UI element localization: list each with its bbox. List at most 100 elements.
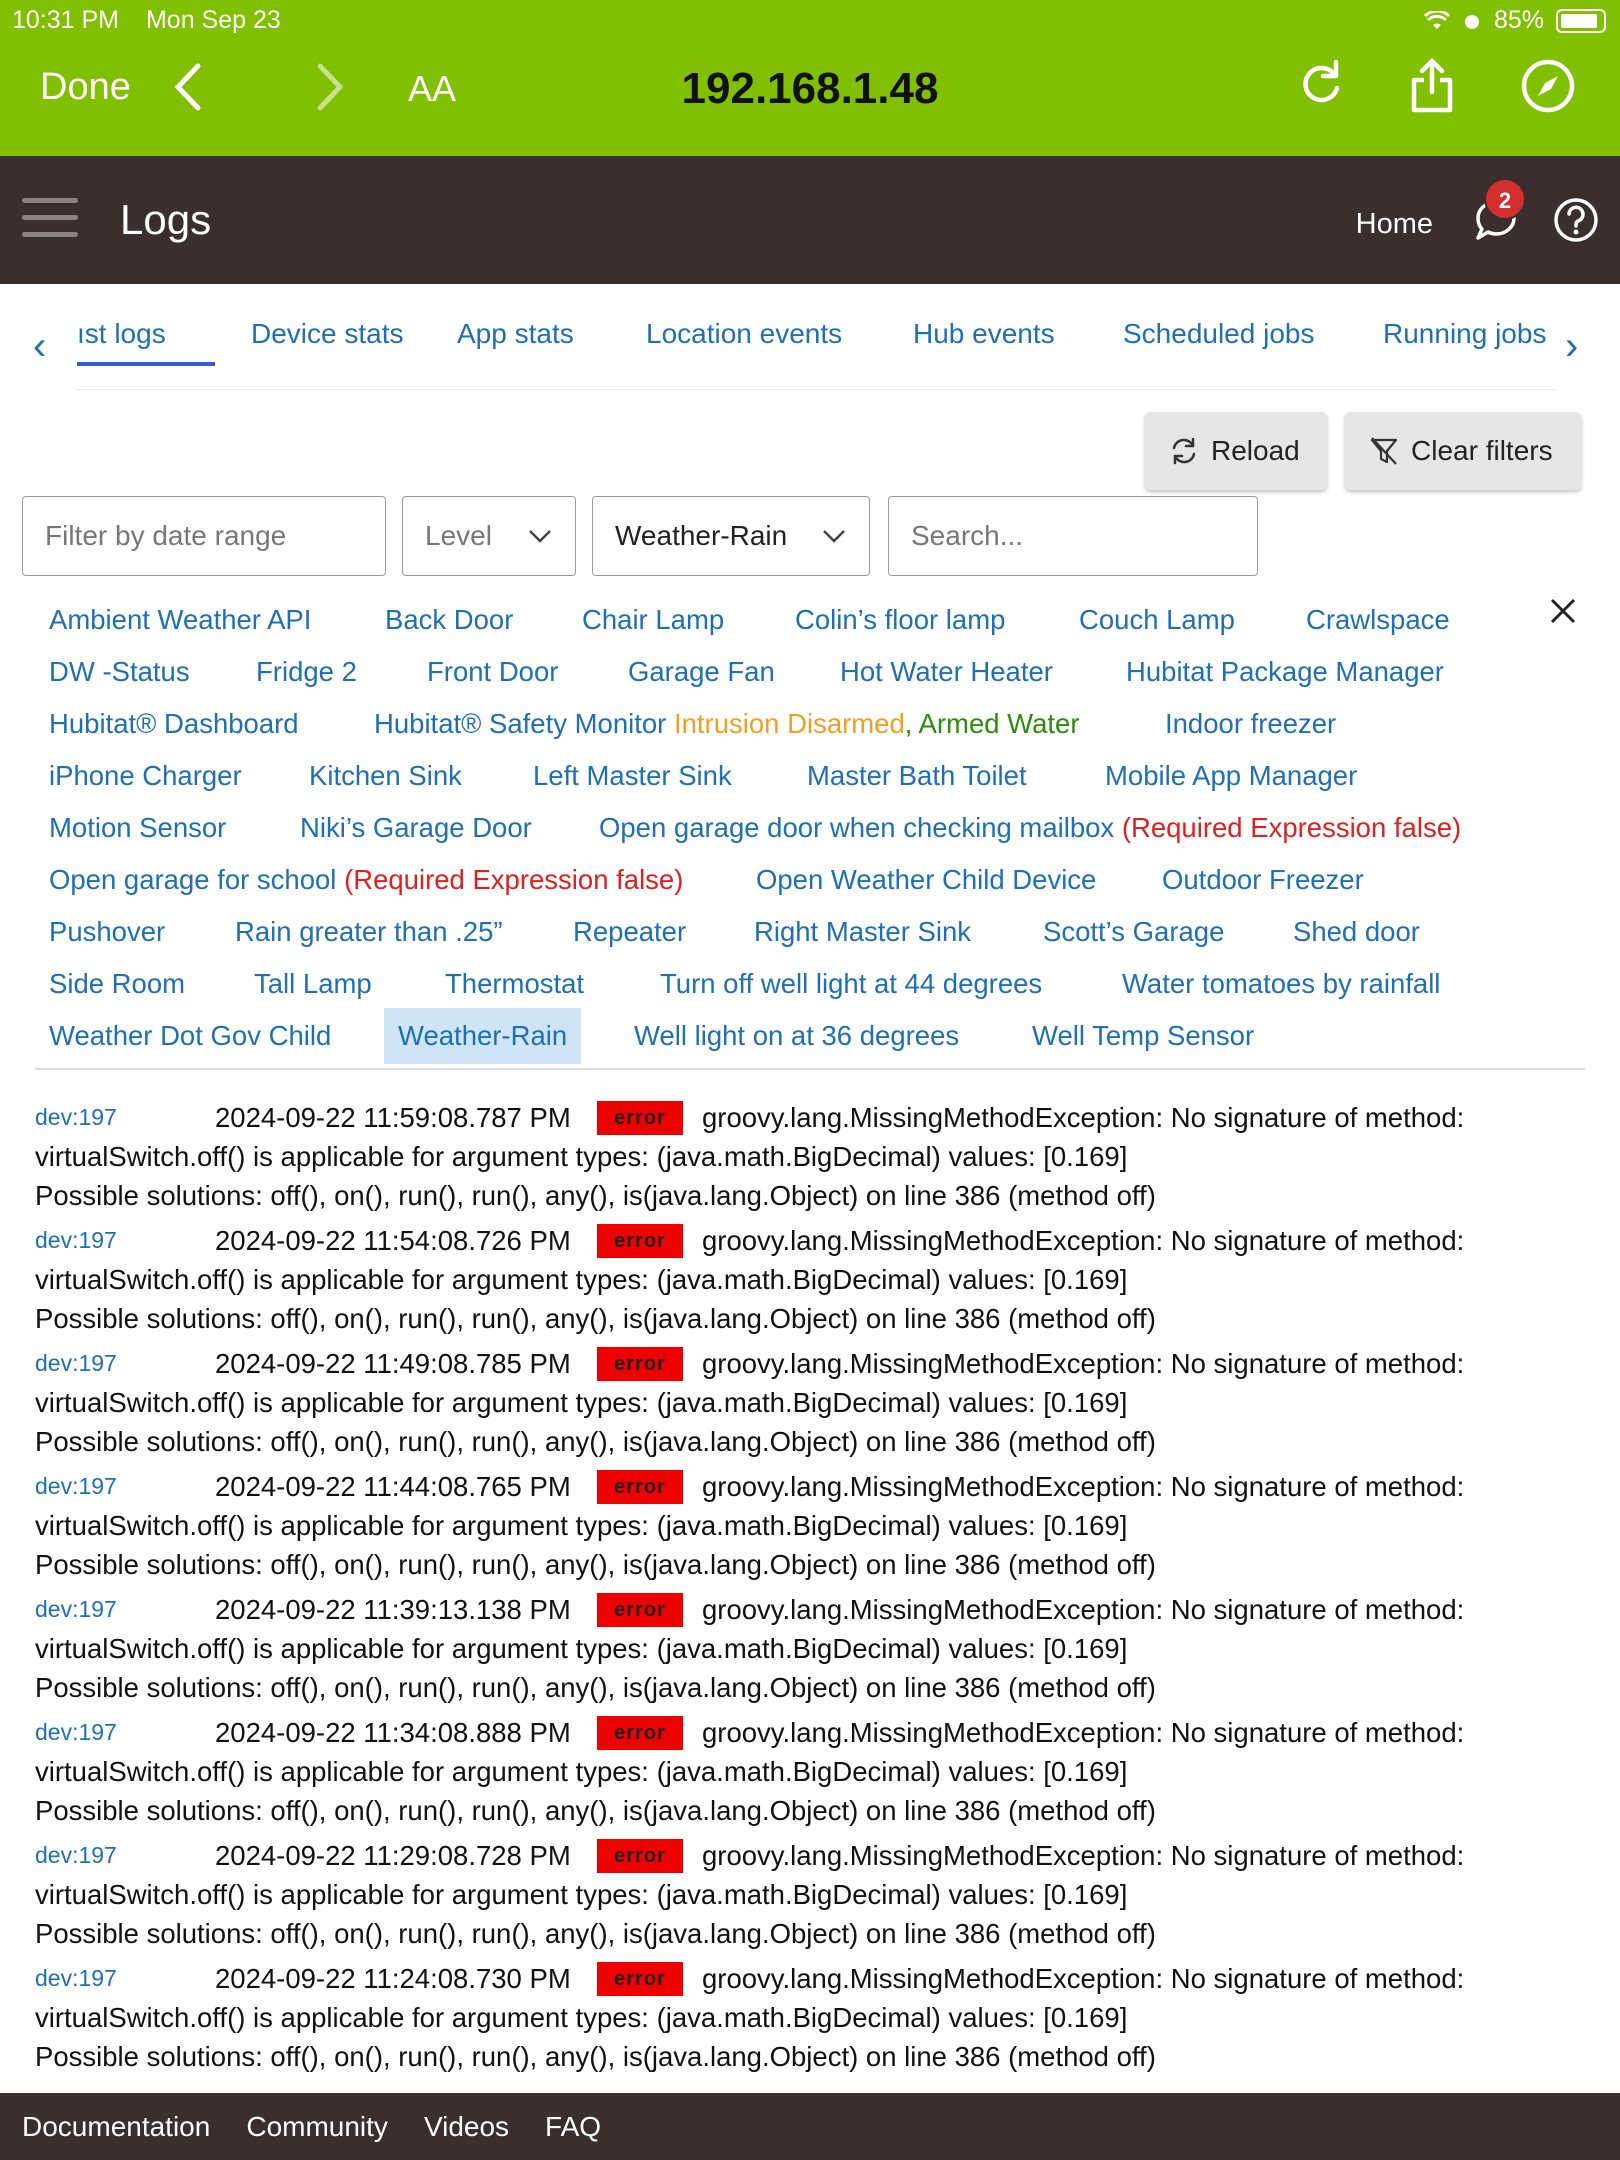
log-message: groovy.lang.MissingMethodException: No s… bbox=[702, 1594, 1465, 1625]
device-filter-item[interactable]: Thermostat bbox=[445, 968, 584, 1000]
device-filter-item[interactable]: Chair Lamp bbox=[582, 604, 724, 636]
device-filter-item[interactable]: Scott’s Garage bbox=[1043, 916, 1224, 948]
device-select[interactable]: Weather-Rain bbox=[592, 496, 870, 576]
browser-chrome: 10:31 PM Mon Sep 23 85% Done AA 192.168.… bbox=[0, 0, 1620, 156]
device-filter-item[interactable]: Turn off well light at 44 degrees bbox=[660, 968, 1042, 1000]
log-device-link[interactable]: dev:197 bbox=[35, 1713, 117, 1752]
app-header: Logs Home 2 bbox=[0, 156, 1620, 284]
menu-icon[interactable] bbox=[22, 198, 78, 238]
device-filter-item[interactable]: iPhone Charger bbox=[49, 760, 242, 792]
log-timestamp: 2024-09-22 11:49:08.785 PM bbox=[215, 1348, 571, 1379]
clear-filters-label: Clear filters bbox=[1411, 435, 1553, 466]
date-range-field[interactable]: Filter by date range bbox=[22, 496, 386, 576]
tab-location-events[interactable]: Location events bbox=[646, 318, 842, 350]
log-level-badge: error bbox=[597, 1347, 683, 1381]
device-filter-item[interactable]: Tall Lamp bbox=[254, 968, 372, 1000]
tab-app-stats[interactable]: App stats bbox=[457, 318, 574, 350]
device-filter-item[interactable]: Motion Sensor bbox=[49, 812, 226, 844]
device-filter-item[interactable]: Hot Water Heater bbox=[840, 656, 1053, 688]
log-device-link[interactable]: dev:197 bbox=[35, 1836, 117, 1875]
footer-faq-link[interactable]: FAQ bbox=[545, 2111, 601, 2143]
compass-icon[interactable] bbox=[1520, 58, 1576, 114]
footer-documentation-link[interactable]: Documentation bbox=[22, 2111, 210, 2143]
search-input[interactable]: Search... bbox=[888, 496, 1258, 576]
device-filter-item-mailbox[interactable]: Open garage door when checking mailbox (… bbox=[599, 812, 1461, 844]
device-filter-item[interactable]: Left Master Sink bbox=[533, 760, 732, 792]
log-tabs: ‹ ıst logs Device stats App stats Locati… bbox=[15, 298, 1605, 390]
device-filter-item-school[interactable]: Open garage for school (Required Express… bbox=[49, 864, 683, 896]
level-placeholder: Level bbox=[425, 520, 492, 551]
tab-device-stats[interactable]: Device stats bbox=[251, 318, 404, 350]
device-filter-item[interactable]: Hubitat® Dashboard bbox=[49, 708, 299, 740]
reload-page-icon[interactable] bbox=[1298, 58, 1344, 108]
device-filter-item[interactable]: Garage Fan bbox=[628, 656, 775, 688]
device-filter-item[interactable]: Back Door bbox=[385, 604, 513, 636]
log-device-link[interactable]: dev:197 bbox=[35, 1467, 117, 1506]
reload-label: Reload bbox=[1211, 435, 1300, 466]
refresh-icon bbox=[1172, 437, 1196, 465]
device-filter-item[interactable]: Open Weather Child Device bbox=[756, 864, 1096, 896]
device-filter-item[interactable]: Master Bath Toilet bbox=[807, 760, 1027, 792]
close-icon[interactable] bbox=[1548, 596, 1578, 626]
active-tab-indicator bbox=[77, 362, 215, 366]
log-device-link[interactable]: dev:197 bbox=[35, 1959, 117, 1998]
chevron-down-icon bbox=[823, 530, 845, 543]
share-icon[interactable] bbox=[1408, 58, 1456, 114]
device-filter-item[interactable]: Side Room bbox=[49, 968, 185, 1000]
device-filter-item[interactable]: Niki’s Garage Door bbox=[300, 812, 532, 844]
device-filter-item[interactable]: Repeater bbox=[573, 916, 686, 948]
log-entry: dev:197 2024-09-22 11:24:08.730 PM error gr… bbox=[35, 1959, 1595, 2082]
tabs-strip: ıst logs Device stats App stats Location… bbox=[77, 298, 1557, 390]
device-filter-item[interactable]: Kitchen Sink bbox=[309, 760, 462, 792]
device-filter-item[interactable]: Well Temp Sensor bbox=[1032, 1020, 1254, 1052]
log-message: virtualSwitch.off() is applicable for ar… bbox=[35, 1510, 1128, 1541]
log-entry: dev:197 2024-09-22 11:54:08.726 PM error gr… bbox=[35, 1221, 1595, 1344]
device-filter-item[interactable]: Couch Lamp bbox=[1079, 604, 1235, 636]
device-filter-item[interactable]: Ambient Weather API bbox=[49, 604, 311, 636]
device-filter-item-selected[interactable]: Weather-Rain bbox=[384, 1008, 582, 1064]
device-filter-item-hsm[interactable]: Hubitat® Safety Monitor Intrusion Disarm… bbox=[374, 708, 1080, 740]
log-device-link[interactable]: dev:197 bbox=[35, 1098, 117, 1137]
device-filter-item[interactable]: Mobile App Manager bbox=[1105, 760, 1357, 792]
page-title: Logs bbox=[120, 196, 212, 243]
device-filter-item[interactable]: Front Door bbox=[427, 656, 558, 688]
log-level-badge: error bbox=[597, 1593, 683, 1627]
footer-videos-link[interactable]: Videos bbox=[424, 2111, 509, 2143]
tab-hub-events[interactable]: Hub events bbox=[913, 318, 1055, 350]
device-filter-item[interactable]: Crawlspace bbox=[1306, 604, 1450, 636]
clear-filters-button[interactable]: Clear filters bbox=[1345, 412, 1581, 490]
footer-community-link[interactable]: Community bbox=[246, 2111, 388, 2143]
home-link[interactable]: Home bbox=[1356, 208, 1433, 241]
log-device-link[interactable]: dev:197 bbox=[35, 1344, 117, 1383]
tabs-scroll-right-icon[interactable]: › bbox=[1565, 324, 1578, 369]
device-filter-item[interactable]: Weather Dot Gov Child bbox=[49, 1020, 331, 1052]
level-select[interactable]: Level bbox=[402, 496, 576, 576]
log-device-link[interactable]: dev:197 bbox=[35, 1590, 117, 1629]
log-level-badge: error bbox=[597, 1101, 683, 1135]
device-filter-item[interactable]: Colin’s floor lamp bbox=[795, 604, 1005, 636]
log-message: virtualSwitch.off() is applicable for ar… bbox=[35, 1264, 1128, 1295]
tabs-scroll-left-icon[interactable]: ‹ bbox=[33, 324, 46, 369]
device-name: Open garage door when checking mailbox bbox=[599, 812, 1115, 843]
reload-button[interactable]: Reload bbox=[1145, 412, 1327, 490]
device-filter-item[interactable]: Well light on at 36 degrees bbox=[634, 1020, 959, 1052]
tab-past-logs[interactable]: ıst logs bbox=[77, 318, 166, 350]
device-filter-item[interactable]: Hubitat Package Manager bbox=[1126, 656, 1444, 688]
device-filter-item[interactable]: Pushover bbox=[49, 916, 165, 948]
device-name: Open garage for school bbox=[49, 864, 337, 895]
help-icon[interactable] bbox=[1552, 196, 1600, 244]
device-filter-item[interactable]: Indoor freezer bbox=[1165, 708, 1336, 740]
tab-scheduled-jobs[interactable]: Scheduled jobs bbox=[1123, 318, 1314, 350]
log-level-badge: error bbox=[597, 1962, 683, 1996]
device-filter-item[interactable]: DW -Status bbox=[49, 656, 190, 688]
device-filter-item[interactable]: Outdoor Freezer bbox=[1162, 864, 1364, 896]
tab-running-jobs[interactable]: Running jobs bbox=[1383, 318, 1546, 350]
device-filter-item[interactable]: Rain greater than .25” bbox=[235, 916, 503, 948]
log-device-link[interactable]: dev:197 bbox=[35, 1221, 117, 1260]
url-bar[interactable]: 192.168.1.48 bbox=[0, 64, 1620, 114]
device-filter-item[interactable]: Fridge 2 bbox=[256, 656, 357, 688]
log-entry: dev:197 2024-09-22 11:39:13.138 PM error gr… bbox=[35, 1590, 1595, 1713]
device-filter-item[interactable]: Shed door bbox=[1293, 916, 1420, 948]
device-filter-item[interactable]: Water tomatoes by rainfall bbox=[1122, 968, 1440, 1000]
device-filter-item[interactable]: Right Master Sink bbox=[754, 916, 971, 948]
